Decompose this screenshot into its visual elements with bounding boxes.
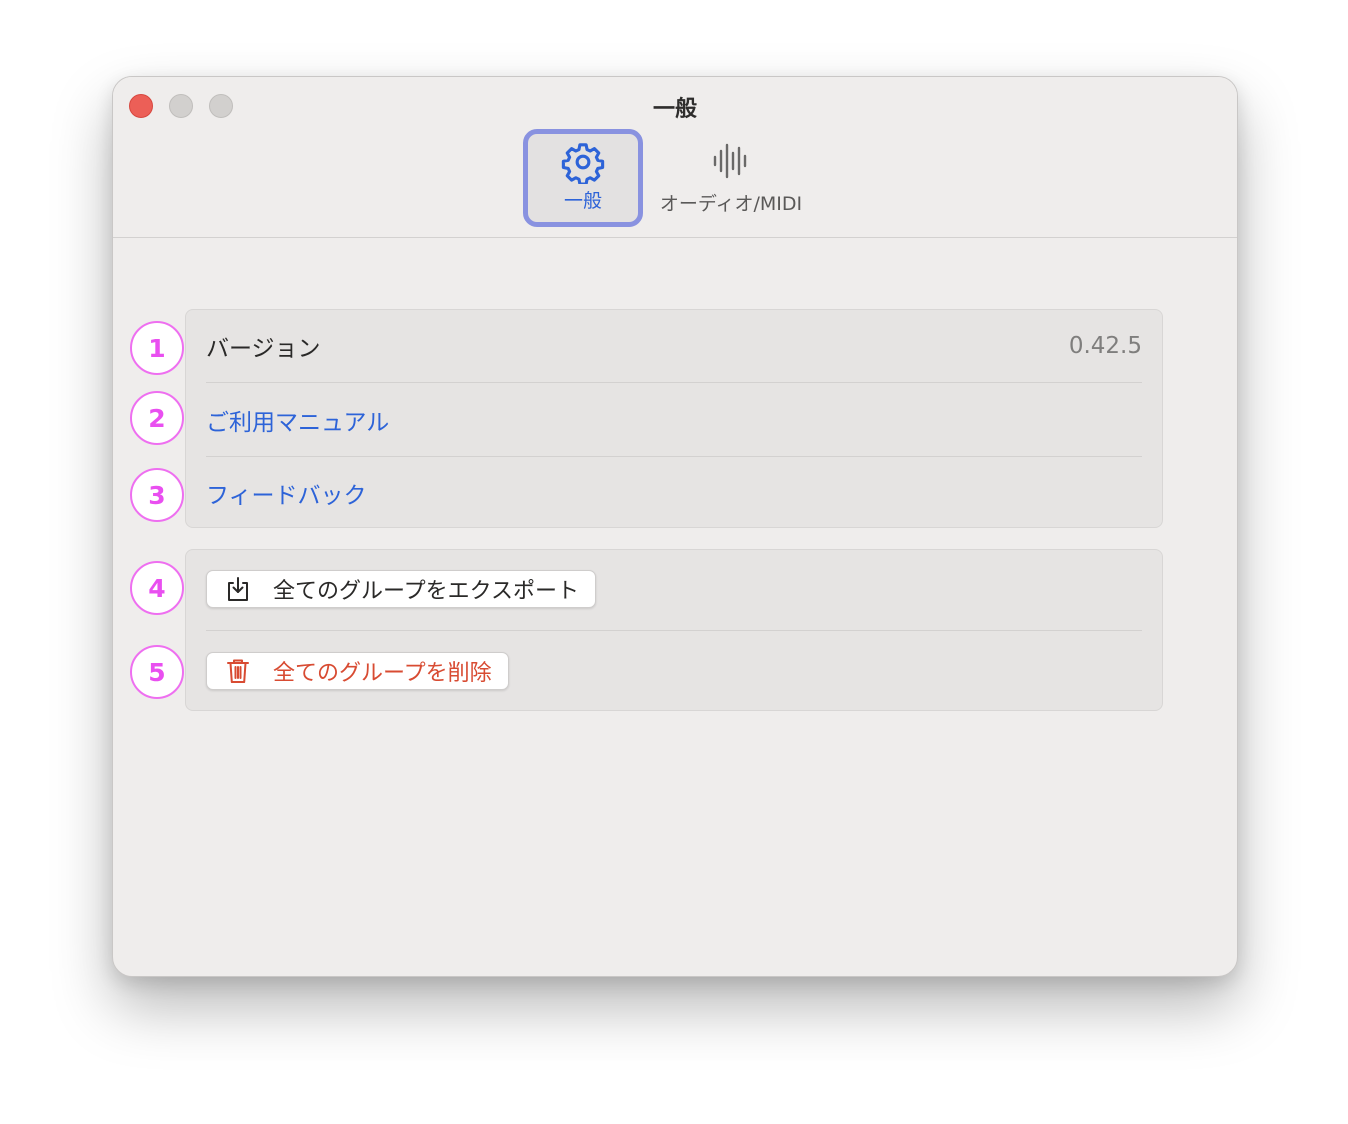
annotation-marker-2: 2 xyxy=(130,391,184,445)
tab-audio-midi-label: オーディオ/MIDI xyxy=(659,193,803,215)
export-all-groups-label: 全てのグループをエクスポート xyxy=(273,579,580,604)
tab-general[interactable]: 一般 xyxy=(523,129,643,227)
version-label: バージョン xyxy=(206,336,321,362)
version-row: バージョン 0.42.5 xyxy=(206,322,1142,370)
settings-window: 一般 一般 オーディオ/MIDI バージョン 0.42.5 ご利用マニュアル フ… xyxy=(112,76,1238,977)
delete-all-groups-label: 全てのグループを削除 xyxy=(273,661,492,686)
tab-audio-midi[interactable]: オーディオ/MIDI xyxy=(651,129,811,227)
annotation-marker-5: 5 xyxy=(130,645,184,699)
delete-row: 全てのグループを削除 xyxy=(206,651,1142,691)
tab-general-label: 一般 xyxy=(563,190,602,212)
annotation-marker-1: 1 xyxy=(130,321,184,375)
waveform-icon xyxy=(713,143,747,179)
annotation-marker-4: 4 xyxy=(130,561,184,615)
divider xyxy=(206,630,1142,631)
info-group: バージョン 0.42.5 ご利用マニュアル フィードバック xyxy=(185,309,1163,528)
feedback-row: フィードバック xyxy=(206,469,1142,517)
gear-icon xyxy=(561,143,605,184)
export-tray-icon xyxy=(228,577,248,601)
version-value: 0.42.5 xyxy=(1068,333,1142,359)
delete-all-groups-button[interactable]: 全てのグループを削除 xyxy=(206,652,509,690)
divider xyxy=(206,382,1142,383)
annotation-marker-3: 3 xyxy=(130,468,184,522)
titlebar: 一般 一般 オーディオ/MIDI xyxy=(113,77,1237,238)
divider xyxy=(206,456,1142,457)
feedback-link[interactable]: フィードバック xyxy=(206,476,367,510)
manual-row: ご利用マニュアル xyxy=(206,396,1142,444)
export-all-groups-button[interactable]: 全てのグループをエクスポート xyxy=(206,570,597,608)
trash-icon xyxy=(227,659,249,683)
window-title: 一般 xyxy=(652,97,697,122)
manual-link[interactable]: ご利用マニュアル xyxy=(206,403,389,437)
actions-group: 全てのグループをエクスポート 全てのグループを削除 xyxy=(185,549,1163,711)
export-row: 全てのグループをエクスポート xyxy=(206,569,1142,609)
